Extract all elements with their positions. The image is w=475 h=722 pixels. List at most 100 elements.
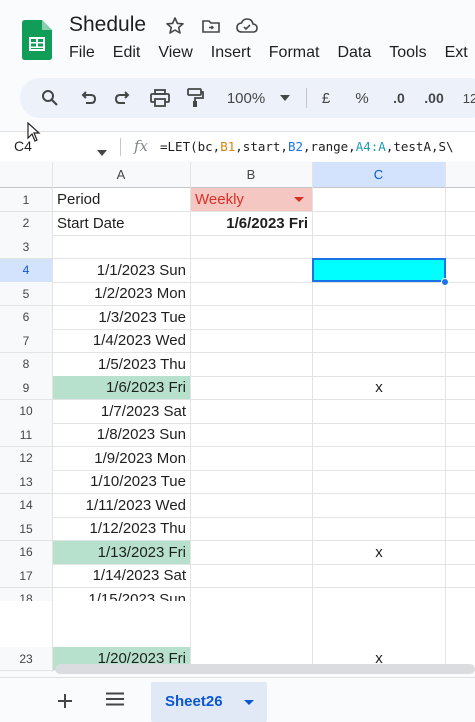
row-header-2[interactable]: 2 [0,211,52,235]
cell-b17[interactable] [191,564,312,588]
cell-c1[interactable] [313,188,445,212]
menu-tools[interactable]: Tools [389,44,426,62]
dropdown-chevron-down-icon[interactable] [294,197,304,202]
row-header-13[interactable]: 13 [0,470,52,494]
menu-edit[interactable]: Edit [113,44,141,62]
cell-a6[interactable]: 1/3/2023 Tue [53,306,190,330]
cell-b2[interactable]: 1/6/2023 Fri [191,212,312,236]
column-header-a[interactable]: A [52,162,190,188]
all-sheets-icon[interactable] [106,692,124,711]
menu-data[interactable]: Data [337,44,371,62]
row-header-24[interactable]: 24 [0,670,52,672]
menu-file[interactable]: File [69,44,95,62]
cell-c2[interactable] [313,212,445,236]
row-header-14[interactable]: 14 [0,493,52,517]
row-header-23[interactable]: 23 [0,647,52,671]
row-header-10[interactable]: 10 [0,399,52,423]
cell-b5[interactable] [191,282,312,306]
cell-b10[interactable] [191,400,312,424]
row-header-9[interactable]: 9 [0,376,52,400]
cell-c13[interactable] [313,470,445,494]
column-header-d[interactable] [445,162,475,188]
cell-c12[interactable] [313,447,445,471]
row-header-6[interactable]: 6 [0,305,52,329]
cell-b3[interactable] [191,235,312,259]
percent-format-button[interactable]: % [353,86,371,110]
add-sheet-button[interactable] [58,688,72,714]
cell-a14[interactable]: 1/11/2023 Wed [53,494,190,518]
cell-a12[interactable]: 1/9/2023 Mon [53,447,190,471]
name-box-chevron-down-icon[interactable] [97,143,107,161]
cell-c17[interactable] [313,564,445,588]
column-header-b[interactable]: B [190,162,312,188]
row-header-7[interactable]: 7 [0,329,52,353]
cell-b13[interactable] [191,470,312,494]
sheet-tab-chevron-down-icon[interactable] [244,700,254,705]
menu-insert[interactable]: Insert [211,44,251,62]
cell-a11[interactable]: 1/8/2023 Sun [53,423,190,447]
print-icon[interactable] [148,86,172,110]
google-sheets-logo[interactable] [22,20,52,60]
increase-decimal-button[interactable]: .00 [421,86,447,110]
document-title[interactable]: Shedule [69,13,146,37]
formula-input[interactable]: =LET(bc,B1,start,B2,range,A4:A,testA,S\ [160,139,454,154]
cell-b15[interactable] [191,517,312,541]
cell-a3[interactable] [53,235,190,259]
star-icon[interactable] [163,14,187,38]
cell-b6[interactable] [191,306,312,330]
select-all-corner[interactable] [0,162,52,188]
cell-c8[interactable] [313,353,445,377]
move-to-folder-icon[interactable] [199,14,223,38]
cell-b12[interactable] [191,447,312,471]
cell-a9[interactable]: 1/6/2023 Fri [53,376,190,400]
cell-c11[interactable] [313,423,445,447]
cell-c10[interactable] [313,400,445,424]
column-header-c[interactable]: C [312,162,445,188]
undo-icon[interactable] [76,86,100,110]
row-header-5[interactable]: 5 [0,282,52,306]
search-icon[interactable] [38,86,62,110]
cell-b1[interactable]: Weekly [191,188,312,212]
row-header-1[interactable]: 1 [0,188,52,212]
currency-format-button[interactable]: £ [317,86,335,110]
menu-format[interactable]: Format [269,44,320,62]
cell-a5[interactable]: 1/2/2023 Mon [53,282,190,306]
cell-a10[interactable]: 1/7/2023 Sat [53,400,190,424]
horizontal-scrollbar[interactable] [55,664,475,674]
cell-b16[interactable] [191,541,312,565]
spreadsheet-grid[interactable]: A B C 1 Period Weekly 2 Start Date 1/6/2023 Fri 3… [0,162,475,672]
sheet-tab-active[interactable]: Sheet26 [151,682,267,722]
cell-a7[interactable]: 1/4/2023 Wed [53,329,190,353]
cell-a15[interactable]: 1/12/2023 Thu [53,517,190,541]
row-header-3[interactable]: 3 [0,235,52,259]
cell-c15[interactable] [313,517,445,541]
cell-a2[interactable]: Start Date [53,212,190,236]
more-formats-button[interactable]: 12 [460,86,475,110]
cell-b11[interactable] [191,423,312,447]
cell-c9[interactable]: x [313,376,445,400]
cell-b9[interactable] [191,376,312,400]
redo-icon[interactable] [111,86,135,110]
selected-cell-c4[interactable] [312,257,446,282]
cell-a8[interactable]: 1/5/2023 Thu [53,353,190,377]
row-header-8[interactable]: 8 [0,352,52,376]
zoom-chevron-down-icon[interactable] [277,86,293,110]
row-header-12[interactable]: 12 [0,446,52,470]
cloud-status-icon[interactable] [235,14,259,38]
cell-b4[interactable] [191,259,312,283]
zoom-select[interactable]: 100% [222,86,270,110]
row-header-15[interactable]: 15 [0,517,52,541]
cell-c16[interactable]: x [313,541,445,565]
cell-c3[interactable] [313,235,445,259]
row-header-16[interactable]: 16 [0,540,52,564]
cell-a13[interactable]: 1/10/2023 Tue [53,470,190,494]
cell-a4[interactable]: 1/1/2023 Sun [53,259,190,283]
cell-b14[interactable] [191,494,312,518]
menu-extensions[interactable]: Ext [445,44,468,62]
menu-view[interactable]: View [158,44,192,62]
cell-a17[interactable]: 1/14/2023 Sat [53,564,190,588]
row-header-17[interactable]: 17 [0,564,52,588]
cell-a16[interactable]: 1/13/2023 Fri [53,540,190,564]
cell-c6[interactable] [313,306,445,330]
row-header-11[interactable]: 11 [0,423,52,447]
